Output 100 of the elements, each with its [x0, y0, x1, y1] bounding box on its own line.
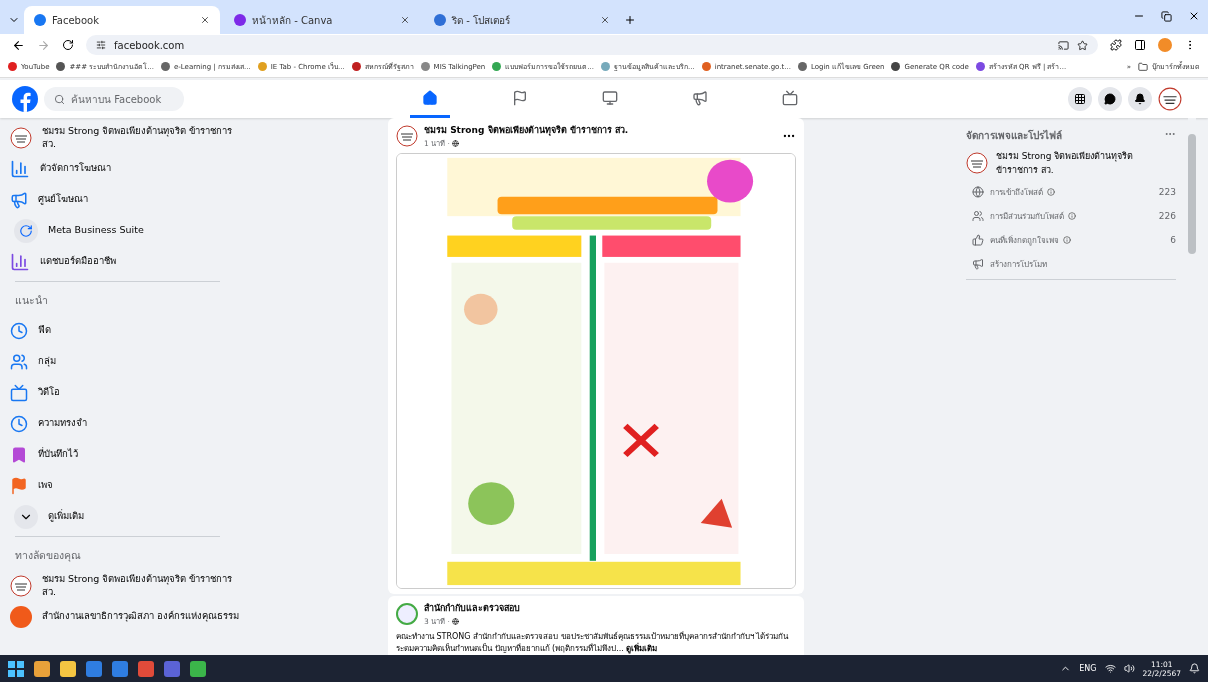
info-icon: [1063, 236, 1071, 244]
bookmark-icon: [56, 62, 66, 71]
bookmark-icon: [8, 62, 17, 71]
home-icon: [422, 89, 438, 106]
search-field[interactable]: ค้นหาบน Facebook: [44, 87, 184, 111]
stat-value: 223: [1158, 187, 1176, 197]
sidebar-item[interactable]: ศูนย์โฆษณา: [38, 193, 88, 206]
flag-icon: [512, 89, 528, 106]
sidebar-item[interactable]: กลุ่ม: [38, 355, 56, 368]
notifications-button[interactable]: [1128, 87, 1152, 111]
side-panel-icon[interactable]: [1134, 39, 1146, 51]
dashboard-icon: [602, 89, 618, 106]
people-icon: [972, 210, 984, 222]
avatar-icon: [10, 126, 32, 149]
browser-tab[interactable]: ริด - โปสเตอร์: [424, 6, 620, 34]
messenger-button[interactable]: [1098, 87, 1122, 111]
notification-icon[interactable]: [1189, 663, 1200, 674]
reload-icon[interactable]: [62, 39, 74, 51]
taskbar-app-icon[interactable]: [138, 660, 154, 677]
avatar-icon: [966, 152, 988, 174]
promote-link[interactable]: สร้างการโปรโมท: [990, 257, 1047, 271]
stat-label: คนที่เพิ่งกดถูกใจเพจ: [990, 234, 1059, 247]
thumbs-up-icon: [972, 234, 984, 246]
profile-avatar: [1158, 87, 1182, 111]
sidebar-item[interactable]: แดชบอร์ดมืออาชีพ: [40, 255, 116, 268]
network-icon: [1104, 663, 1116, 674]
shortcut-item[interactable]: ชมรม Strong จิตพอเพียงต้านทุจริต ข้าราชการ สว.: [42, 572, 240, 599]
shortcut-item[interactable]: สำนักงานเลขาธิการวุฒิสภา องค์กรแห่งคุณธรรม: [42, 610, 240, 623]
close-tab-icon[interactable]: [400, 15, 410, 25]
star-icon[interactable]: [1077, 39, 1088, 51]
avatar-icon: [10, 574, 32, 597]
page-name[interactable]: ชมรม Strong จิตพอเพียงต้านทุจริต ข้าราชการ สว.: [996, 149, 1176, 177]
info-icon: [1047, 188, 1055, 196]
stat-label: การเข้าถึงโพสต์: [990, 186, 1043, 199]
post-text: คณะทำงาน STRONG สำนักกำกับและตรวจสอบ ขอประชาสัมพันธ์คุณธรรมเป้าหมายที่บุคลากรสำนักกำกับฯ ได้ร่วมกันระดมความคิดเห็นกำหนดเป็น ปัญหาที่อยากแก้ (พฤติกรรมที่ไม่พึงป... ดูเพิ่มเติม: [396, 631, 790, 655]
browser-tab[interactable]: หน้าหลัก - Canva: [224, 6, 420, 34]
site-icon: [34, 14, 46, 26]
sidebar-item[interactable]: ฟีด: [38, 324, 51, 337]
search-icon: [54, 93, 65, 105]
new-tab-icon[interactable]: [624, 14, 636, 26]
megaphone-icon: [10, 190, 28, 209]
sidebar-item[interactable]: ตัวจัดการโฆษณา: [40, 162, 111, 175]
close-tab-icon[interactable]: [200, 15, 210, 25]
address-field[interactable]: facebook.com: [86, 35, 1098, 55]
back-icon[interactable]: [12, 38, 25, 52]
panel-title: จัดการเพจและโปรไฟล์: [966, 128, 1062, 143]
sidebar-item[interactable]: ดูเพิ่มเติม: [48, 510, 84, 523]
language-indicator[interactable]: ENG: [1079, 664, 1097, 673]
taskbar-app-icon[interactable]: [190, 660, 206, 677]
site-icon: [434, 14, 446, 26]
bookmark-icon: [10, 445, 28, 464]
video-icon: [782, 89, 798, 106]
sidebar-item[interactable]: เพจ: [38, 479, 53, 492]
browser-tab[interactable]: Facebook: [24, 6, 220, 34]
post-author[interactable]: ชมรม Strong จิตพอเพียงต้านทุจริต ข้าราชการ สว.: [424, 123, 776, 137]
folder-icon: [1138, 61, 1148, 72]
avatar-icon: [10, 605, 32, 628]
grid-icon: [1074, 93, 1086, 105]
close-icon[interactable]: [1188, 10, 1200, 22]
stat-value: 6: [1170, 235, 1176, 245]
start-icon[interactable]: [8, 660, 24, 677]
globe-icon: [451, 139, 459, 147]
stat-value: 226: [1158, 211, 1176, 221]
sidebar-item[interactable]: วิดีโอ: [38, 386, 60, 399]
sidebar-item[interactable]: ชมรม Strong จิตพอเพียงต้านทุจริต ข้าราชการ สว.: [42, 124, 240, 151]
chevron-down-icon: [14, 504, 38, 529]
video-icon: [10, 383, 28, 402]
cast-icon[interactable]: [1058, 39, 1069, 51]
megaphone-icon: [972, 258, 984, 270]
sidebar-item[interactable]: Meta Business Suite: [48, 224, 144, 237]
bookmark-icon: [257, 62, 267, 71]
dashboard-icon: [10, 251, 30, 272]
post-author[interactable]: สำนักกำกับและตรวจสอบ: [424, 601, 796, 615]
taskbar-app-icon[interactable]: [60, 660, 76, 677]
site-info-icon[interactable]: [96, 40, 106, 50]
apps-button[interactable]: [1068, 87, 1092, 111]
memories-icon: [10, 414, 28, 433]
globe-icon: [451, 617, 459, 625]
bar-chart-icon: [10, 158, 30, 179]
sidebar-item[interactable]: ที่บันทึกไว้: [38, 448, 78, 461]
close-tab-icon[interactable]: [600, 15, 610, 25]
bell-icon: [1134, 93, 1146, 105]
restore-icon[interactable]: [1161, 11, 1172, 22]
bookmark-icon: [975, 62, 985, 71]
avatar-icon: [396, 603, 418, 625]
bookmark-icon: [420, 62, 430, 71]
megaphone-icon: [692, 89, 708, 106]
flag-icon: [10, 476, 28, 495]
extensions-icon[interactable]: [1110, 39, 1122, 51]
taskbar-app-icon[interactable]: [34, 660, 50, 677]
facebook-logo[interactable]: [12, 86, 38, 112]
bookmark-icon: [891, 62, 901, 71]
bookmark-icon: [351, 62, 361, 71]
sidebar-item[interactable]: ความทรงจำ: [38, 417, 87, 430]
stat-label: การมีส่วนร่วมกับโพสต์: [990, 210, 1064, 223]
section-heading: แนะนำ: [14, 293, 49, 308]
f-letter-icon: [18, 90, 32, 112]
site-icon: [234, 14, 246, 26]
bookmark-icon: [160, 62, 170, 71]
section-heading: ทางลัดของคุณ: [14, 548, 82, 564]
